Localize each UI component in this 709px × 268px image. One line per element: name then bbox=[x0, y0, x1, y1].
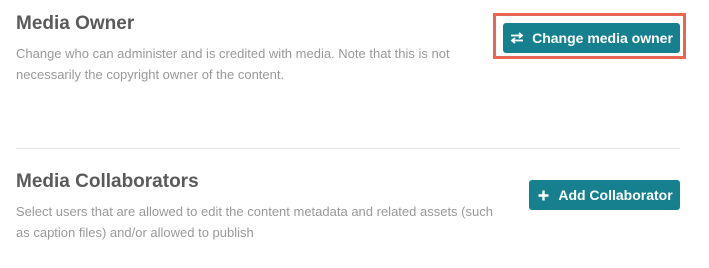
add-collaborator-label: Add Collaborator bbox=[558, 187, 673, 203]
change-media-owner-button[interactable]: Change media owner bbox=[503, 23, 680, 53]
change-media-owner-label: Change media owner bbox=[532, 30, 673, 46]
media-collaborators-description: Select users that are allowed to edit th… bbox=[16, 204, 493, 240]
plus-icon bbox=[536, 188, 550, 202]
add-collaborator-button[interactable]: Add Collaborator bbox=[529, 180, 680, 210]
section-divider bbox=[16, 148, 680, 149]
swap-arrows-icon bbox=[510, 31, 524, 45]
media-owner-description: Change who can administer and is credite… bbox=[16, 46, 450, 82]
